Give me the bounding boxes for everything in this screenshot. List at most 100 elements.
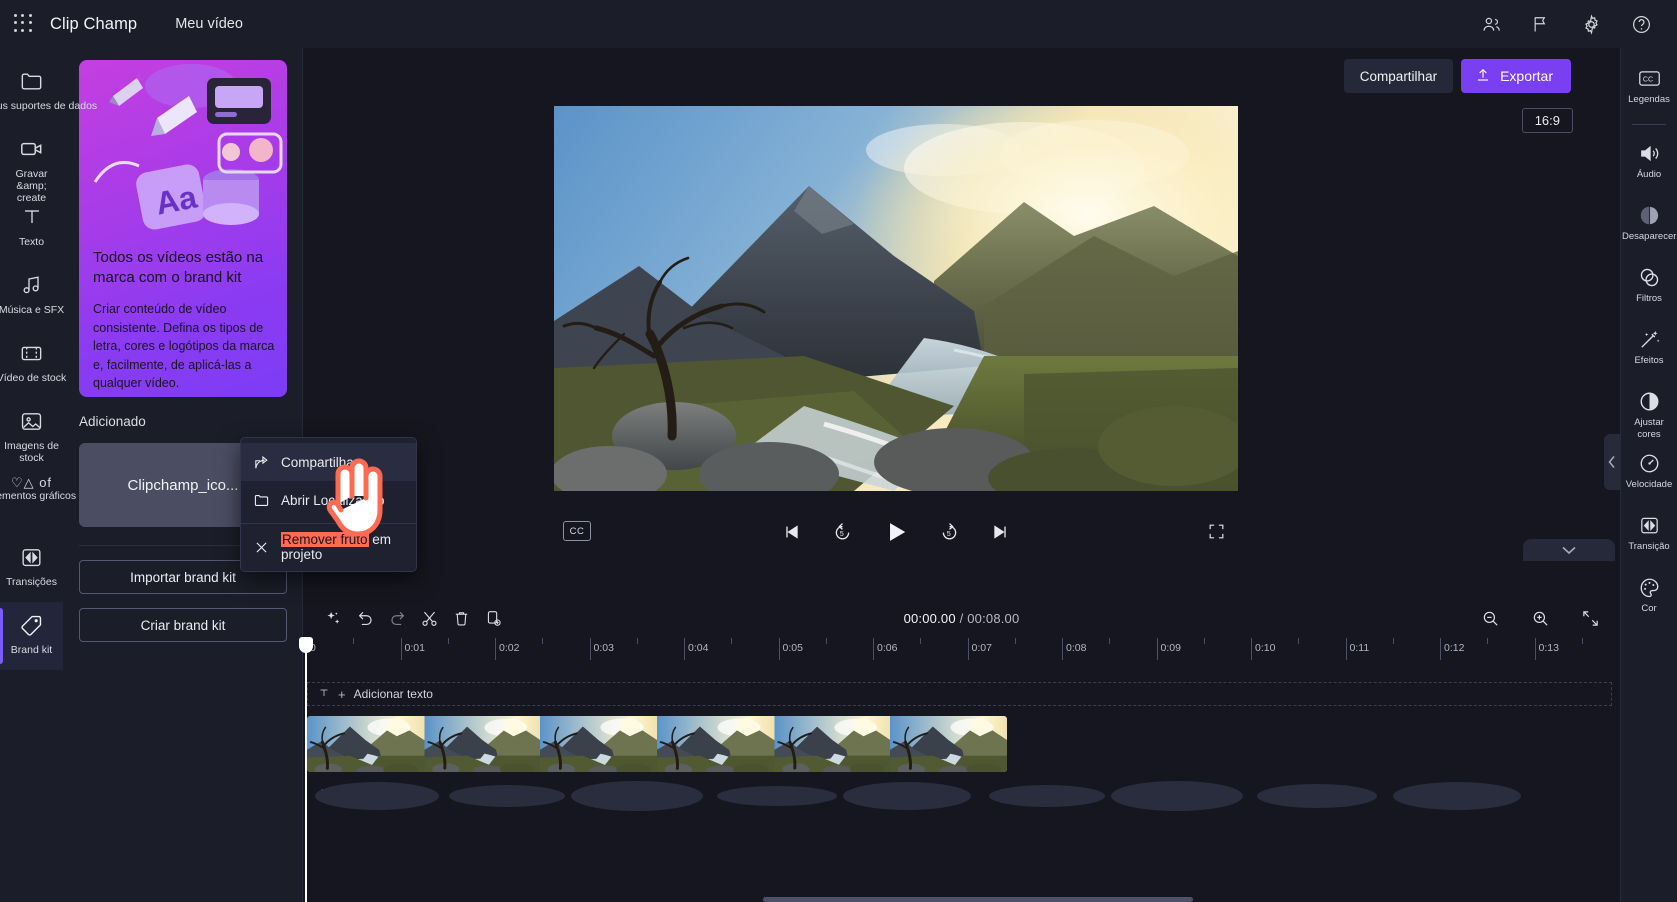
sidebar-item-music-sfx[interactable]: Música e SFX — [0, 262, 65, 330]
sidebar-item-transitions[interactable]: Transições — [0, 534, 63, 602]
text-t-icon — [20, 204, 44, 230]
collapse-timeline-button[interactable] — [1523, 539, 1615, 561]
sidebar-item-brand-kit[interactable]: Brand kit — [0, 602, 63, 670]
settings-gear-icon[interactable] — [1579, 12, 1603, 36]
time-separator: / — [959, 610, 964, 626]
ruler-tick: 0:01 — [400, 638, 425, 660]
shapes-heart-triangle-icon: ♡△ of — [10, 475, 53, 490]
total-time: 00:08.00 — [967, 610, 1020, 626]
collaborate-icon[interactable] — [1479, 12, 1503, 36]
play-button[interactable] — [883, 519, 909, 545]
context-menu-label-marked: Remover fruto — [281, 532, 369, 547]
app-launcher-icon[interactable] — [14, 14, 34, 34]
media-item-name: Clipchamp_ico... — [127, 476, 239, 494]
sidebar-item-stock-video[interactable]: Vídeo de stock — [0, 330, 67, 398]
fit-timeline-button[interactable] — [1574, 604, 1606, 632]
clip-thumbnail-frame — [773, 716, 891, 772]
scrollbar-thumb[interactable] — [763, 897, 1193, 902]
sidebar-item-my-media[interactable]: Os meus suportes de dados — [0, 58, 97, 126]
ruler-minor-tick — [1203, 638, 1205, 644]
close-x-icon — [253, 539, 270, 556]
feedback-flag-icon[interactable] — [1529, 12, 1553, 36]
ruler-minor-tick — [542, 638, 544, 644]
sidebar-item-record-create[interactable]: Gravar &amp; create — [0, 126, 63, 204]
sidebar-item-stock-images[interactable]: Imagens de stock — [0, 398, 63, 466]
right-item-audio[interactable]: Áudio — [1621, 133, 1677, 195]
fullscreen-expand-icon[interactable] — [1207, 522, 1226, 546]
ruler-minor-tick — [1487, 638, 1489, 644]
aspect-ratio-button[interactable]: 16:9 — [1521, 108, 1573, 133]
zoom-out-button[interactable] — [1474, 604, 1506, 632]
delete-button[interactable] — [445, 604, 477, 632]
magic-wand-icon — [1638, 327, 1661, 351]
right-item-effects[interactable]: Efeitos — [1621, 319, 1677, 381]
skip-to-end-button[interactable] — [990, 522, 1010, 542]
contrast-half-circle-icon — [1638, 389, 1661, 413]
brand-tag-icon — [19, 612, 44, 638]
playback-controls: 5 5 — [554, 514, 1238, 550]
sidebar-item-text[interactable]: Texto — [0, 194, 63, 262]
project-name[interactable]: Meu vídeo — [175, 16, 243, 32]
export-button-label: Exportar — [1500, 68, 1553, 84]
ruler-tick: 0:11 — [1345, 638, 1369, 660]
right-item-filters[interactable]: Filtros — [1621, 257, 1677, 319]
audio-waveform — [307, 770, 1620, 822]
playhead-knob[interactable] — [299, 637, 313, 653]
zoom-in-button[interactable] — [1524, 604, 1556, 632]
sidebar-item-label: Transições — [6, 576, 57, 588]
split-button[interactable] — [413, 604, 445, 632]
skip-to-start-button[interactable] — [782, 522, 802, 542]
image-picture-icon — [19, 408, 44, 434]
folder-open-icon — [253, 492, 270, 509]
context-menu-item-remove-from-project[interactable]: Remover fruto em projeto — [241, 528, 416, 566]
context-menu-label: Compartilhar — [281, 454, 359, 470]
timeline-horizontal-scrollbar[interactable] — [303, 897, 1620, 902]
right-item-adjust-colors[interactable]: Ajustar cores — [1621, 381, 1677, 443]
create-brand-kit-button[interactable]: Criar brand kit — [79, 608, 287, 642]
right-item-captions[interactable]: CC Legendas — [1621, 58, 1677, 120]
right-item-transition[interactable]: Transição — [1621, 505, 1677, 567]
export-button[interactable]: Exportar — [1461, 59, 1571, 93]
clipchamp-app-window: Clip Champ Meu vídeo s suportes de dados… — [0, 0, 1677, 902]
context-menu-item-share[interactable]: Compartilhar — [241, 443, 416, 481]
video-preview[interactable] — [554, 106, 1238, 491]
clip-thumbnail-frame — [656, 716, 774, 772]
filters-overlap-circles-icon — [1638, 265, 1661, 289]
timecode-display: 00:00.00 / 00:08.00 — [904, 611, 1020, 626]
svg-text:5: 5 — [840, 531, 844, 538]
sidebar-item-label: Gravar &amp; create — [15, 168, 48, 204]
top-bar-actions — [1479, 12, 1653, 36]
right-item-fade[interactable]: Desaparecer — [1621, 195, 1677, 257]
right-item-speed[interactable]: Velocidade — [1621, 443, 1677, 505]
duplicate-button[interactable] — [477, 604, 509, 632]
ruler-minor-tick — [1014, 638, 1016, 644]
magic-sparkle-button[interactable] — [317, 604, 349, 632]
rewind-5s-button[interactable]: 5 — [832, 522, 853, 543]
current-time: 00:00.00 — [903, 610, 956, 626]
right-item-color[interactable]: Cor — [1621, 567, 1677, 629]
ruler-tick: 0:07 — [967, 638, 992, 660]
speedometer-icon — [1638, 451, 1661, 475]
sidebar-item-label: Imagens de stock — [4, 440, 59, 464]
redo-button[interactable] — [381, 604, 413, 632]
video-clip[interactable] — [307, 716, 1007, 772]
text-t-icon — [318, 687, 330, 702]
sidebar-item-label: Vídeo de stock — [0, 372, 67, 384]
share-button[interactable]: Compartilhar — [1343, 59, 1454, 93]
media-context-menu: Compartilhar Abrir Localização Remover f… — [240, 437, 417, 572]
sidebar-item-graphics[interactable]: ♡△ of Elementos gráficos — [0, 466, 76, 534]
sidebar-item-label: Texto — [18, 236, 45, 248]
ruler-minor-tick — [1109, 638, 1111, 644]
ruler-minor-tick — [447, 638, 449, 644]
playhead[interactable] — [299, 637, 313, 902]
collapse-properties-panel-button[interactable] — [1604, 434, 1620, 490]
help-question-icon[interactable] — [1629, 12, 1653, 36]
context-menu-item-open-location[interactable]: Abrir Localização — [241, 481, 416, 519]
sidebar-item-label: Música e SFX — [0, 304, 65, 316]
forward-5s-button[interactable]: 5 — [939, 522, 960, 543]
add-text-track[interactable]: + Adicionar texto — [307, 682, 1612, 706]
undo-button[interactable] — [349, 604, 381, 632]
svg-text:5: 5 — [947, 531, 951, 538]
timeline-ruler[interactable]: 0 0:01 0:02 0:03 0:04 0:05 0:06 0:07 0:08 0:09 0:1… — [304, 638, 1620, 660]
add-text-label: Adicionar texto — [353, 687, 433, 701]
